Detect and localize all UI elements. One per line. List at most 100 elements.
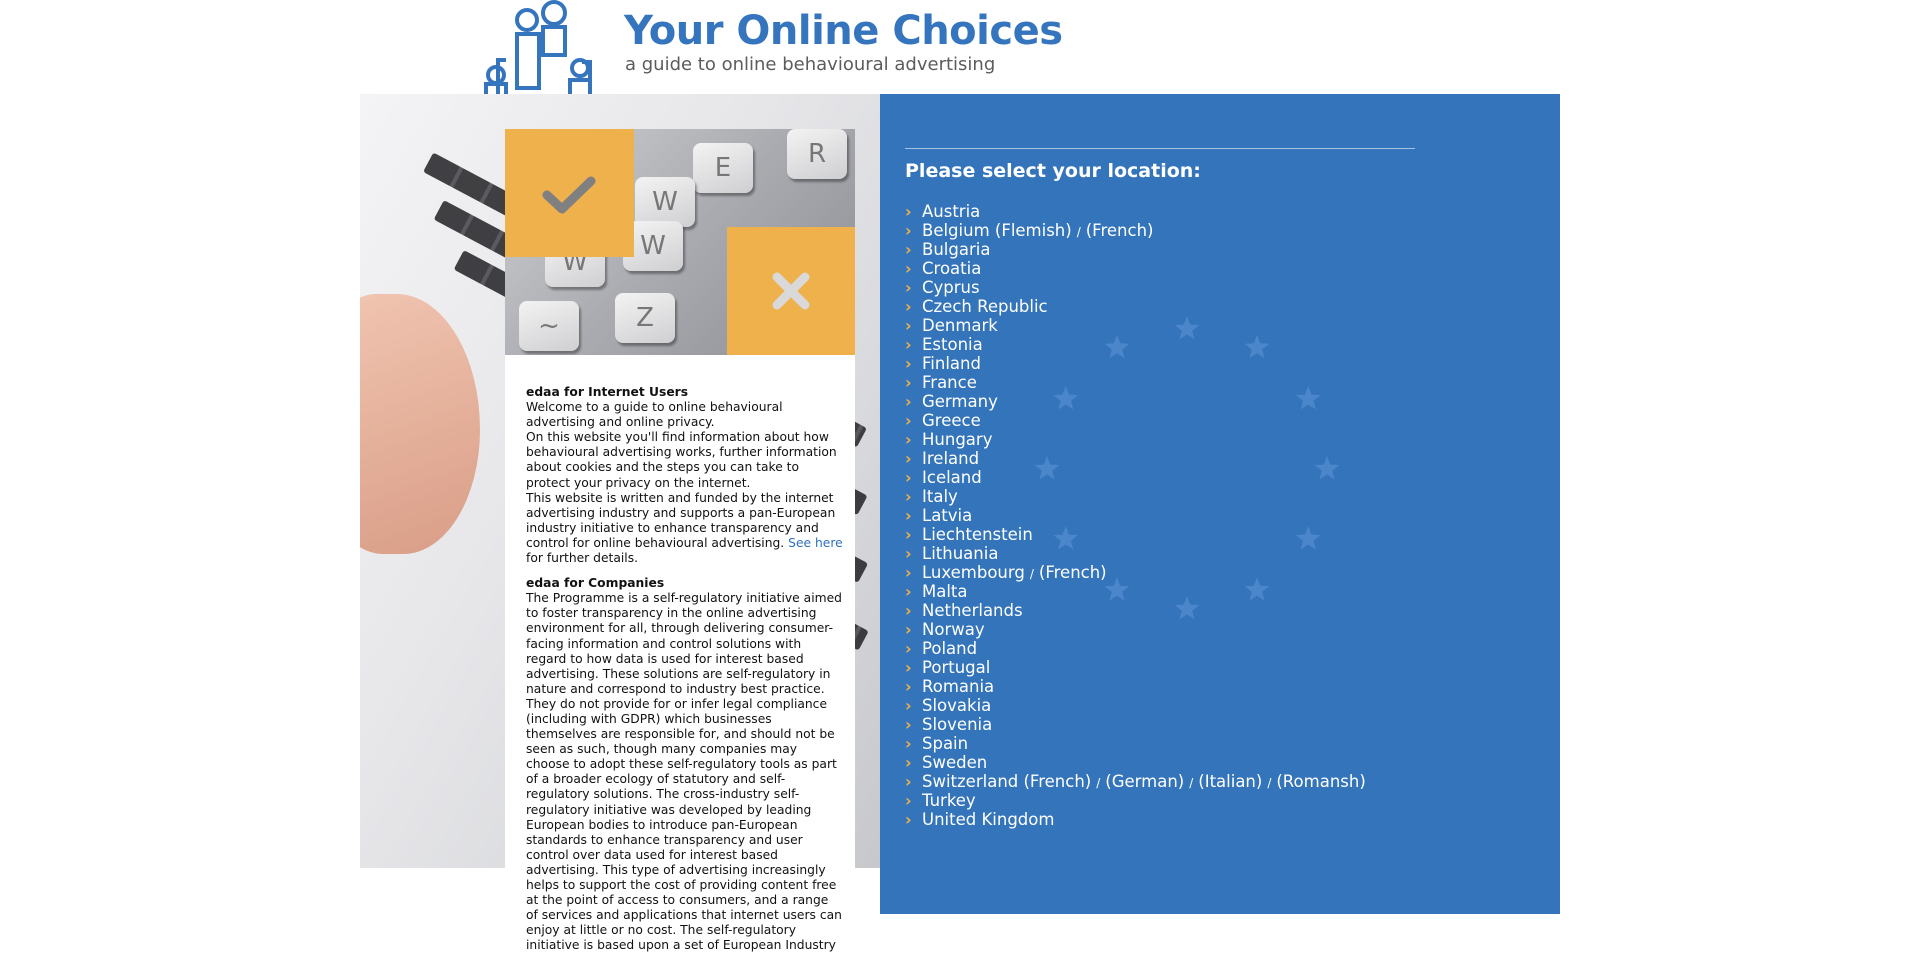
chevron-right-icon: ›: [905, 411, 912, 430]
users-paragraph-3: This website is written and funded by th…: [526, 490, 843, 566]
country-item: › Netherlands: [905, 601, 1366, 620]
country-link[interactable]: Cyprus: [922, 278, 980, 297]
country-link[interactable]: Switzerland (French): [922, 772, 1091, 791]
country-link[interactable]: Croatia: [922, 259, 981, 278]
country-link[interactable]: Netherlands: [922, 601, 1023, 620]
country-link[interactable]: (Italian): [1198, 772, 1262, 791]
country-item: › Croatia: [905, 259, 1366, 278]
country-link[interactable]: Iceland: [922, 468, 982, 487]
country-link[interactable]: (French): [1039, 563, 1107, 582]
hand-image: [360, 294, 480, 554]
country-link[interactable]: Poland: [922, 639, 977, 658]
country-item: › Greece: [905, 411, 1366, 430]
chevron-right-icon: ›: [905, 563, 912, 582]
chevron-right-icon: ›: [905, 487, 912, 506]
site-header: Your Online Choices a guide to online be…: [480, 0, 1180, 94]
cross-tile: [727, 227, 855, 355]
country-item: › Cyprus: [905, 278, 1366, 297]
key-w-top: W: [635, 177, 695, 227]
people-logo-icon[interactable]: [480, 0, 606, 94]
country-link[interactable]: (French): [1086, 221, 1154, 240]
country-item: › Spain: [905, 734, 1366, 753]
country-item: › Slovakia: [905, 696, 1366, 715]
country-item: › Austria: [905, 202, 1366, 221]
country-item: › Poland: [905, 639, 1366, 658]
country-item: › Ireland: [905, 449, 1366, 468]
country-link[interactable]: United Kingdom: [922, 810, 1054, 829]
country-link[interactable]: Slovenia: [922, 715, 992, 734]
country-item: › Latvia: [905, 506, 1366, 525]
country-link[interactable]: Slovakia: [922, 696, 991, 715]
chevron-right-icon: ›: [905, 677, 912, 696]
chevron-right-icon: ›: [905, 240, 912, 259]
chevron-right-icon: ›: [905, 316, 912, 335]
language-separator: /: [1096, 776, 1101, 790]
chevron-right-icon: ›: [905, 620, 912, 639]
country-link[interactable]: Ireland: [922, 449, 979, 468]
chevron-right-icon: ›: [905, 544, 912, 563]
country-item: › Slovenia: [905, 715, 1366, 734]
location-heading: Please select your location:: [905, 160, 1201, 182]
country-link[interactable]: Portugal: [922, 658, 990, 677]
country-link[interactable]: Malta: [922, 582, 968, 601]
chevron-right-icon: ›: [905, 772, 912, 791]
language-separator: /: [1076, 225, 1081, 239]
country-link[interactable]: Belgium (Flemish): [922, 221, 1072, 240]
chevron-right-icon: ›: [905, 753, 912, 772]
country-link[interactable]: Italy: [922, 487, 958, 506]
chevron-right-icon: ›: [905, 601, 912, 620]
country-item: › Hungary: [905, 430, 1366, 449]
country-list: › Austria › Belgium (Flemish) / (French) › Bulg…: [905, 202, 1366, 829]
country-link[interactable]: France: [922, 373, 977, 392]
country-item: › Romania: [905, 677, 1366, 696]
chevron-right-icon: ›: [905, 354, 912, 373]
country-item: › Finland: [905, 354, 1366, 373]
check-tile: [505, 129, 634, 257]
country-item: › Czech Republic: [905, 297, 1366, 316]
country-link[interactable]: Romania: [922, 677, 994, 696]
language-separator: /: [1189, 776, 1194, 790]
country-link[interactable]: Bulgaria: [922, 240, 990, 259]
country-item: › Liechtenstein: [905, 525, 1366, 544]
country-link[interactable]: Lithuania: [922, 544, 998, 563]
users-heading: edaa for Internet Users: [526, 385, 689, 399]
country-item: › Norway: [905, 620, 1366, 639]
chevron-right-icon: ›: [905, 259, 912, 278]
country-link[interactable]: Hungary: [922, 430, 992, 449]
country-link[interactable]: Turkey: [922, 791, 976, 810]
country-link[interactable]: (German): [1105, 772, 1184, 791]
country-item: › Lithuania: [905, 544, 1366, 563]
site-title: Your Online Choices: [624, 8, 1063, 54]
country-link[interactable]: Germany: [922, 392, 998, 411]
country-link[interactable]: Czech Republic: [922, 297, 1048, 316]
companies-heading: edaa for Companies: [526, 576, 665, 591]
country-item: › Malta: [905, 582, 1366, 601]
country-link[interactable]: Denmark: [922, 316, 998, 335]
chevron-right-icon: ›: [905, 202, 912, 221]
country-item: › Portugal: [905, 658, 1366, 677]
country-link[interactable]: Sweden: [922, 753, 987, 772]
site-tagline: a guide to online behavioural advertisin…: [625, 54, 996, 75]
country-link[interactable]: (Romansh): [1276, 772, 1365, 791]
country-link[interactable]: Luxembourg: [922, 563, 1025, 582]
country-link[interactable]: Spain: [922, 734, 968, 753]
country-link[interactable]: Liechtenstein: [922, 525, 1033, 544]
location-panel: Please select your location: › Austria › Be…: [880, 94, 1560, 914]
country-link[interactable]: Latvia: [922, 506, 972, 525]
chevron-right-icon: ›: [905, 696, 912, 715]
key-z: Z: [615, 293, 675, 343]
country-link[interactable]: Austria: [922, 202, 980, 221]
see-here-link[interactable]: See here: [788, 536, 843, 550]
chevron-right-icon: ›: [905, 297, 912, 316]
chevron-right-icon: ›: [905, 278, 912, 297]
chevron-right-icon: ›: [905, 639, 912, 658]
country-link[interactable]: Norway: [922, 620, 985, 639]
chevron-right-icon: ›: [905, 715, 912, 734]
country-link[interactable]: Greece: [922, 411, 981, 430]
country-link[interactable]: Estonia: [922, 335, 983, 354]
chevron-right-icon: ›: [905, 791, 912, 810]
country-item: › Iceland: [905, 468, 1366, 487]
chevron-right-icon: ›: [905, 335, 912, 354]
country-item: › Sweden: [905, 753, 1366, 772]
country-link[interactable]: Finland: [922, 354, 981, 373]
